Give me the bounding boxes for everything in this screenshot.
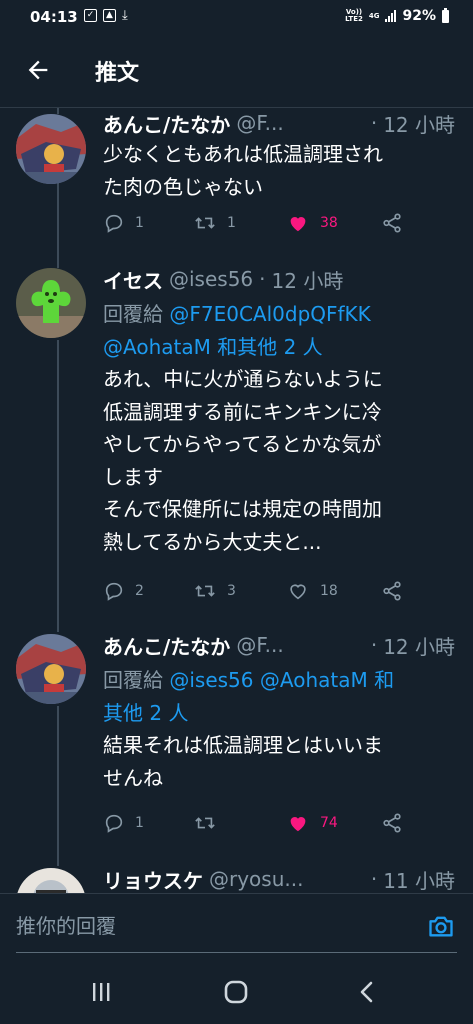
like-button[interactable]: 74 [286, 812, 338, 834]
heart-filled-icon [290, 217, 306, 232]
retweet-count: 3 [227, 583, 236, 599]
separator-dot: · [370, 867, 378, 891]
top-bar: 推文 [0, 36, 473, 108]
heart-outline-icon [290, 584, 306, 600]
tweet-text: 回覆給 @F7E0CAl0dpQFfKK @AohataM 和其他 2 人 あれ… [103, 298, 455, 558]
image-icon: ▲ [103, 9, 116, 22]
reply-button[interactable]: 1 [103, 812, 144, 834]
author-handle[interactable]: @ryosu... [209, 867, 303, 891]
reply-button[interactable]: 1 [103, 212, 144, 234]
tweet[interactable]: あんこ/たなか @F... · 12 小時 少なくともあれは低温調理され た肉の… [0, 108, 473, 250]
retweet-icon [195, 217, 215, 229]
like-button[interactable]: 18 [286, 580, 338, 602]
heart-filled-icon [290, 817, 306, 832]
network-type: 4G [368, 11, 380, 20]
reply-handle-link[interactable]: @F7E0CAl0dpQFfKK [169, 302, 370, 326]
reply-icon [105, 214, 123, 233]
separator-dot: · [259, 267, 266, 291]
status-bar: 04:13 ✓ ▲ ⤓ Vo)) LTE2 4G 92% [0, 0, 473, 36]
retweet-button[interactable] [193, 812, 217, 834]
status-left-icons: ✓ ▲ ⤓ [84, 9, 128, 22]
author-handle[interactable]: @ises56 [169, 267, 253, 291]
reply-count: 1 [135, 815, 144, 831]
battery-icon [442, 7, 449, 23]
tweet-time: 12 小時 [271, 268, 344, 293]
separator-dot: · [370, 633, 378, 657]
retweet-icon [195, 585, 215, 597]
reply-button[interactable]: 2 [103, 580, 144, 602]
author-handle[interactable]: @F... [236, 633, 283, 657]
tweet-time: 12 小時 [383, 112, 455, 137]
reply-handle-link[interactable]: @AohataM [260, 668, 368, 692]
notification-check-icon: ✓ [84, 9, 97, 22]
tweet-actions: 1 74 [103, 812, 423, 840]
home-icon[interactable] [221, 977, 251, 1007]
share-button[interactable] [381, 212, 403, 234]
nav-back-icon[interactable] [352, 977, 382, 1007]
share-button[interactable] [381, 812, 403, 834]
arrow-left-icon[interactable] [24, 56, 52, 84]
tweet-text: 少なくともあれは低温調理され た肉の色じゃない [103, 142, 383, 199]
tweet-text: 回覆給 @ises56 @AohataM 和 其他 2 人 結果それは低温調理と… [103, 664, 455, 794]
reply-count: 1 [135, 215, 144, 231]
separator-dot: · [370, 111, 378, 135]
retweet-button[interactable]: 1 [193, 212, 236, 234]
tweet[interactable]: あんこ/たなか @F... · 12 小時 回覆給 @ises56 @Aohat… [0, 630, 473, 850]
retweet-icon [195, 817, 215, 829]
like-count: 18 [320, 583, 338, 599]
retweet-count: 1 [227, 215, 236, 231]
reply-others-link[interactable]: 和其他 2 人 [217, 335, 322, 359]
tweet[interactable]: イセス @ises56 · 12 小時 回覆給 @F7E0CAl0dpQFfKK… [0, 262, 473, 622]
like-count: 74 [320, 815, 338, 831]
status-right: Vo)) LTE2 4G 92% [345, 7, 449, 24]
input-underline [16, 952, 457, 953]
reply-others-link[interactable]: 其他 2 人 [103, 701, 188, 725]
author-name[interactable]: あんこ/たなか [103, 109, 230, 138]
author-name[interactable]: イセス [103, 265, 163, 294]
reply-handle-link[interactable]: @AohataM [103, 335, 211, 359]
avatar[interactable] [16, 114, 86, 184]
reply-to: 回覆給 @ises56 @AohataM 和 [103, 668, 395, 692]
like-count: 38 [320, 215, 338, 231]
reply-bar: 推你的回覆 [0, 893, 473, 957]
share-button[interactable] [381, 580, 403, 602]
like-button[interactable]: 38 [286, 212, 338, 234]
avatar[interactable] [16, 634, 86, 704]
status-time: 04:13 [30, 8, 78, 26]
author-name[interactable]: あんこ/たなか [103, 631, 230, 660]
tweet-actions: 2 3 18 [103, 580, 423, 608]
share-icon [383, 813, 401, 833]
avatar[interactable] [16, 868, 86, 893]
reply-to: 回覆給 @F7E0CAl0dpQFfKK [103, 302, 371, 326]
camera-icon[interactable] [427, 912, 455, 940]
download-done-icon: ⤓ [122, 8, 128, 23]
reply-handle-link[interactable]: @ises56 [169, 668, 253, 692]
battery-percent: 92% [402, 8, 436, 24]
system-nav-bar [0, 957, 473, 1024]
retweet-button[interactable]: 3 [193, 580, 236, 602]
reply-others-link[interactable]: 和 [374, 668, 394, 692]
tweet[interactable]: リョウスケ @ryosu... · 11 小時 [0, 864, 473, 893]
reply-icon [105, 582, 123, 601]
tweet-time: 11 小時 [383, 868, 455, 893]
share-icon [383, 213, 401, 233]
volte-icon: Vo)) LTE2 [345, 8, 363, 23]
avatar[interactable] [16, 268, 86, 338]
share-icon [383, 581, 401, 601]
tweet-time: 12 小時 [383, 634, 455, 659]
page-title: 推文 [95, 61, 140, 86]
recents-icon[interactable] [86, 977, 116, 1007]
author-handle[interactable]: @F... [236, 111, 283, 135]
tweet-actions: 1 1 38 [103, 212, 423, 240]
signal-icon [385, 10, 397, 22]
reply-count: 2 [135, 583, 144, 599]
author-name[interactable]: リョウスケ [103, 865, 203, 894]
reply-input[interactable]: 推你的回覆 [16, 908, 416, 944]
reply-icon [105, 814, 123, 833]
